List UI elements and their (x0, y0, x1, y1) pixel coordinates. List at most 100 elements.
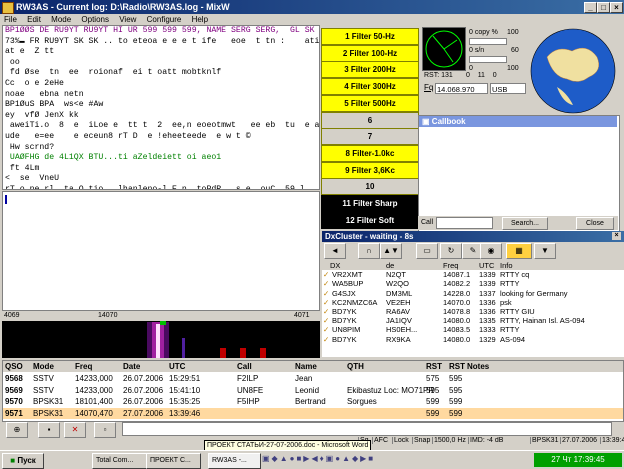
log-header-8[interactable]: RST (426, 361, 444, 372)
close-button[interactable]: × (610, 2, 623, 13)
log-cell-date: 26.07.2006 (123, 374, 164, 383)
log-row[interactable]: 9571 BPSK31 14070,470 27.07.2006 13:39:46 599… (3, 407, 623, 419)
save-qso-icon[interactable]: ▪ (38, 422, 60, 438)
log-header-2[interactable]: Freq (75, 361, 121, 372)
dxcluster-row[interactable]: ✓ BD7YK RX9KA 14080.0 1329 AS-094 (322, 335, 624, 344)
copy-percent-label: 0 copy % (469, 29, 498, 36)
check-icon: ✓ (323, 297, 329, 307)
app-icon (2, 2, 14, 14)
dxcluster-cell-de: HS0EH... (386, 325, 418, 335)
callbook-toolbar: Call Search... Close (418, 216, 618, 230)
menu-edit[interactable]: Edit (27, 15, 41, 24)
filter-button-8[interactable]: 8 Filter-1.0kc (321, 144, 419, 162)
dxcluster-row[interactable]: ✓ KC2NMZC6A VE2EH 14070.0 1336 psk (322, 298, 624, 307)
dxcluster-row[interactable]: ✓ WA5BUP W2QO 14082.2 1339 RTTY (322, 279, 624, 288)
log-row[interactable]: 9570 BPSK31 18101,400 26.07.2006 15:35:25 F5I… (3, 396, 623, 407)
dxcluster-close-button[interactable]: × (612, 232, 621, 240)
headphones-icon[interactable]: ∩ (358, 243, 380, 259)
check-icon: ✓ (323, 270, 329, 280)
menu-view[interactable]: View (119, 15, 136, 24)
callbook-title-bar: ▣ Callbook (419, 116, 617, 127)
log-entry-field[interactable] (122, 422, 612, 436)
menu-file[interactable]: File (4, 15, 17, 24)
frequency-input[interactable]: 14.068.970 (435, 83, 488, 94)
log-row[interactable]: 9569 SSTV 14233,000 26.07.2006 15:41:10 UN8FE… (3, 385, 623, 396)
menu-options[interactable]: Options (81, 15, 109, 24)
back-icon[interactable]: ◄ (324, 243, 346, 259)
new-qso-icon[interactable]: ⊕ (6, 422, 28, 438)
dxcluster-cell-freq: 14228.0 (443, 288, 471, 298)
log-cell-utc: 13:39:46 (169, 408, 201, 418)
log-row[interactable]: 9568 SSTV 14233,000 26.07.2006 15:29:51 F2ILP… (3, 373, 623, 384)
menu-help[interactable]: Help (192, 15, 208, 24)
filter-button-10[interactable]: 10 (321, 178, 419, 196)
log-header-0[interactable]: QSO (5, 361, 31, 372)
callbook-close-button[interactable]: Close (576, 217, 614, 230)
task-total-commander[interactable]: Total Com... (92, 453, 147, 469)
log-header-4[interactable]: UTC (169, 361, 217, 372)
log-header-6[interactable]: Name (295, 361, 347, 372)
log-header-3[interactable]: Date (123, 361, 169, 372)
filter-button-2[interactable]: 2 Filter 100-Hz (321, 44, 419, 62)
menu-configure[interactable]: Configure (147, 15, 182, 24)
menu-mode[interactable]: Mode (51, 15, 71, 24)
filter-icon[interactable]: ▼ (534, 243, 556, 259)
document-icon[interactable]: ▭ (416, 243, 438, 259)
dxcluster-row[interactable]: ✓ G4SJX DM3ML 14228.0 1337 looking for German… (322, 289, 624, 298)
dxcluster-row[interactable]: ✓ BD7YK RA6AV 14078.8 1336 RTTY GIU (322, 307, 624, 316)
band-map-icon[interactable]: ▦ (506, 243, 532, 259)
dxcluster-row[interactable]: ✓ UN8PIM HS0EH... 14083.5 1333 RTTY (322, 325, 624, 334)
dxcluster-header-1[interactable]: de (386, 261, 442, 270)
dxcluster-header-0[interactable]: DX (330, 261, 390, 270)
check-icon: ✓ (323, 325, 329, 335)
task-proekt[interactable]: ПРОЕКТ С... (146, 453, 201, 469)
dxcluster-cell-info: looking for Germany (500, 288, 568, 298)
filter-button-6[interactable]: 6 (321, 111, 419, 129)
filter-button-12[interactable]: 12 Filter Soft (321, 211, 419, 229)
globe-icon[interactable]: ◉ (480, 243, 502, 259)
qso-log-table: QSO Mode Freq Date UTC Call Name QTH RST RST Notes… (2, 360, 624, 422)
task-rw3as[interactable]: RW3AS -... (208, 453, 261, 469)
world-map-globe[interactable] (527, 27, 619, 115)
rst-value-3: 0 (492, 72, 497, 79)
rx-text-line: 73%▬ FR RU9YT SK SK .. to eteoa e e e t … (5, 36, 320, 46)
transmit-text-panel[interactable] (2, 191, 320, 311)
log-header-9[interactable]: RST (449, 361, 467, 372)
filter-button-11[interactable]: 11 Filter Sharp (321, 195, 419, 212)
log-header-1[interactable]: Mode (33, 361, 73, 372)
log-cell-name: Jean (295, 374, 313, 383)
filter-button-1[interactable]: 1 Filter 50-Hz (321, 28, 419, 45)
callbook-call-input[interactable] (436, 217, 493, 229)
filter-button-5[interactable]: 5 Filter 500Hz (321, 94, 419, 112)
filter-button-9[interactable]: 9 Filter 3,6Kc (321, 161, 419, 179)
quick-launch-icons[interactable]: ▣◆▲●■▶◀♦▣●▲◆▶■ (262, 454, 522, 466)
log-cell-rst: 595 (426, 385, 440, 395)
filter-button-7[interactable]: 7 (321, 128, 419, 146)
delete-qso-icon[interactable]: ✕ (64, 422, 86, 438)
rx-text-line: Hw scrnd? (5, 142, 55, 152)
minimize-button[interactable]: _ (584, 2, 597, 13)
dxcluster-header-4[interactable]: Info (500, 261, 620, 270)
frequency-spin-icon[interactable]: ▲▼ (380, 243, 402, 259)
log-cell-qso: 9570 (5, 397, 23, 406)
dxcluster-row[interactable]: ✓ BD7YK JA1IQV 14080.0 1335 RTTY, Hainan Isl.… (322, 316, 624, 325)
dxcluster-row[interactable]: ✓ VR2XMT N2QT 14087.1 1339 RTTY cq (322, 270, 624, 279)
rx-text-line: BP1ØØS DE RU9YT RU9YT HI UR 599 599 599,… (5, 26, 315, 35)
filter-button-4[interactable]: 4 Filter 300Hz (321, 78, 419, 96)
dxcluster-header-2[interactable]: Freq (443, 261, 477, 270)
log-cell-rst: 595 (449, 374, 463, 383)
mode-select[interactable]: USB (490, 83, 526, 94)
dxcluster-cell-utc: 1337 (479, 288, 496, 298)
dxcluster-header-3[interactable]: UTC (479, 261, 499, 270)
disk-icon[interactable]: ▫ (94, 422, 116, 438)
receive-text-panel[interactable]: BP1ØØS DE RU9YT RU9YT HI UR 599 599 599,… (2, 25, 320, 190)
log-header-10[interactable]: Notes (467, 361, 617, 372)
status-item: Lock (392, 437, 412, 444)
maximize-button[interactable]: □ (597, 2, 610, 13)
callbook-search-button[interactable]: Search... (502, 217, 548, 230)
start-button[interactable]: ■ Пуск (2, 453, 44, 469)
status-item: 13:39:46 z (600, 437, 624, 444)
filter-button-3[interactable]: 3 Filter 200Hz (321, 61, 419, 79)
log-header-5[interactable]: Call (237, 361, 293, 372)
refresh-icon[interactable]: ↻ (440, 243, 462, 259)
